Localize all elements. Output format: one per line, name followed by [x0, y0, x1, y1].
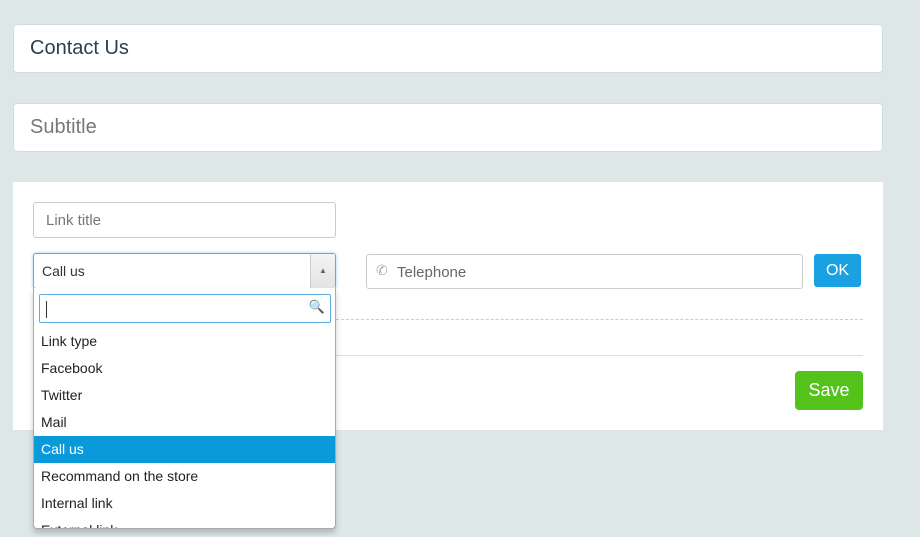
dropdown-option[interactable]: External link — [34, 517, 335, 528]
subtitle-field[interactable]: Subtitle — [13, 103, 883, 152]
page-title: Contact Us — [30, 37, 129, 59]
telephone-placeholder: Telephone — [397, 264, 467, 281]
dropdown-options: Link type Facebook Twitter Mail Call us Recom… — [34, 328, 335, 528]
link-title-placeholder: Link title — [46, 212, 102, 229]
dropdown-search-input[interactable]: 🔍 — [39, 294, 331, 323]
dropdown-option[interactable]: Call us — [34, 436, 335, 463]
dropdown-option[interactable]: Mail — [34, 409, 335, 436]
dropdown-arrow-icon[interactable]: ▲ — [310, 254, 335, 288]
link-title-input[interactable]: Link title — [33, 202, 336, 238]
link-type-select[interactable]: Call us ▲ — [33, 253, 336, 289]
dropdown-option[interactable]: Twitter — [34, 382, 335, 409]
text-cursor — [46, 301, 47, 318]
dropdown-option[interactable]: Internal link — [34, 490, 335, 517]
title-field[interactable]: Contact Us — [13, 24, 883, 73]
telephone-input[interactable]: ✆ Telephone — [366, 254, 803, 289]
dropdown-option[interactable]: Recommand on the store — [34, 463, 335, 490]
dropdown-option[interactable]: Link type — [34, 328, 335, 355]
divider — [336, 355, 863, 356]
dashed-divider — [336, 319, 863, 320]
save-button[interactable]: Save — [795, 371, 863, 410]
ok-button[interactable]: OK — [814, 254, 861, 287]
dropdown-option[interactable]: Facebook — [34, 355, 335, 382]
phone-icon: ✆ — [376, 262, 388, 278]
link-type-value: Call us — [42, 263, 85, 279]
subtitle-placeholder: Subtitle — [30, 116, 97, 138]
search-icon: 🔍 — [308, 299, 325, 314]
link-type-dropdown: 🔍 Link type Facebook Twitter Mail Call us Rec… — [33, 288, 336, 529]
